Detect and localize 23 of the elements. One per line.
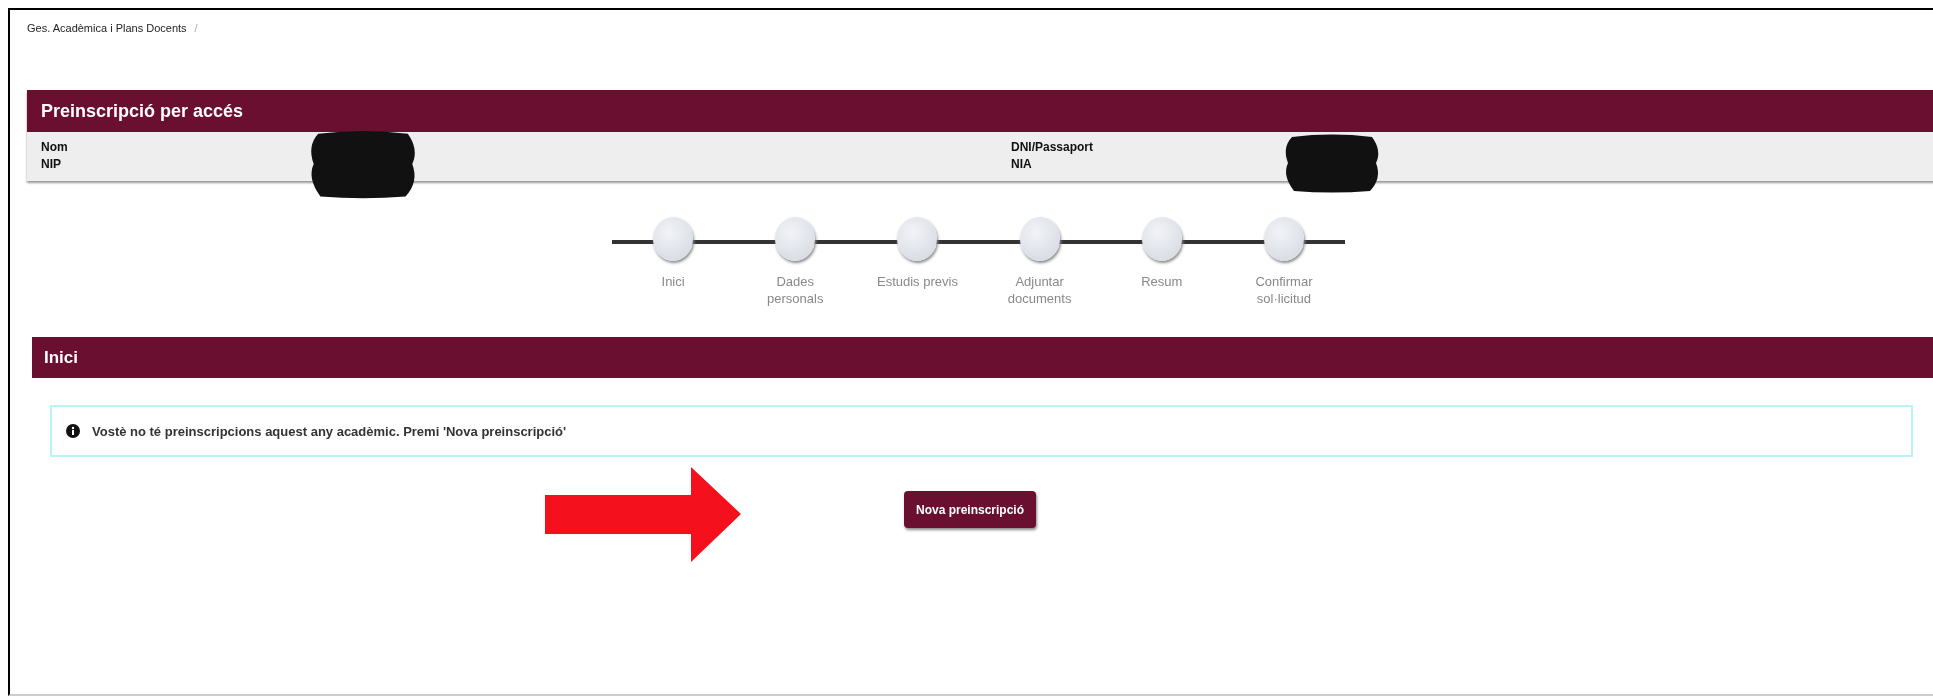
step-label: Resum — [1141, 273, 1183, 290]
field-label: NIP — [41, 157, 62, 171]
field-label: DNI/Passaport — [1011, 140, 1095, 154]
step-label: Estudis previs — [876, 273, 958, 290]
step-circle — [1019, 217, 1060, 261]
step-label: Adjuntar documents — [1007, 273, 1072, 307]
step-circle — [775, 217, 816, 261]
panel-title: Preinscripció per accés — [27, 90, 1933, 132]
step-label: Inici — [661, 273, 685, 290]
step-circle — [653, 217, 694, 261]
info-message: Vostè no té preinscripcions aquest any acadèmic. Premi 'Nova preinscripció' — [92, 423, 567, 439]
field-label: NIA — [1011, 157, 1033, 171]
breadcrumb-separator: / — [194, 22, 198, 36]
step-label: Dades personals — [767, 273, 824, 307]
new-preregistration-button[interactable]: Nova preinscripció — [903, 491, 1036, 528]
step-label: Confirmar sol·licitud — [1255, 273, 1313, 307]
breadcrumb-link[interactable]: Ges. Acadèmica i Plans Docents — [27, 22, 187, 90]
info-icon — [66, 424, 80, 438]
step-circle — [897, 217, 938, 261]
step-circle — [1141, 217, 1182, 261]
section-title: Inici — [32, 337, 1933, 378]
field-label: Nom — [41, 140, 69, 154]
step-circle — [1263, 217, 1304, 261]
